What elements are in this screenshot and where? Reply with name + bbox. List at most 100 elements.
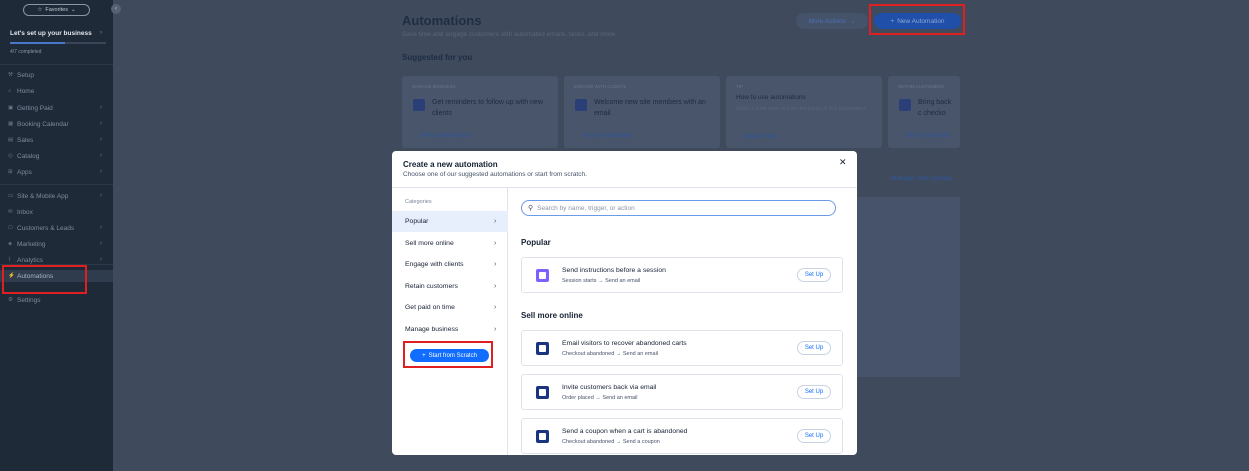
card-link[interactable]: Set Up Automation <box>582 133 632 139</box>
chevron-down-icon: ⌄ <box>70 7 76 13</box>
setup-progress-fill <box>10 42 65 44</box>
automations-table <box>857 197 960 377</box>
sidebar-item-settings[interactable]: ⚙ Settings <box>0 294 113 306</box>
collapse-sidebar-button[interactable]: ‹ <box>111 4 121 14</box>
category-popular[interactable]: Popular › <box>392 211 508 232</box>
manage-quotas-link[interactable]: Manage Your Quotas <box>891 175 952 182</box>
sidebar-item-home[interactable]: ⌂ Home <box>0 85 113 97</box>
search-icon: ⚲ <box>528 205 534 212</box>
gear-icon: ⚙ <box>8 297 13 303</box>
tip-card[interactable]: TIP How to use automations Watch a short… <box>726 76 882 148</box>
sidebar-item-label: Site & Mobile App <box>17 192 69 200</box>
wrench-icon: ⚒ <box>8 72 13 78</box>
page-subtitle: Save time and engage customers with auto… <box>402 31 617 38</box>
apps-icon: ⊞ <box>8 169 13 175</box>
bag-icon <box>536 386 549 399</box>
sidebar-item-label: Settings <box>17 296 41 304</box>
category-manage-business[interactable]: Manage business › <box>392 319 508 340</box>
card-link[interactable]: Set Up Automati <box>906 133 949 139</box>
sidebar-item-label: Booking Calendar <box>17 120 69 128</box>
sidebar-item-inbox[interactable]: ✉ Inbox <box>0 206 113 218</box>
automation-card[interactable]: Email visitors to recover abandoned cart… <box>521 330 843 366</box>
set-up-button[interactable]: Set Up <box>797 385 831 399</box>
sidebar-item-sales[interactable]: ▤ Sales › <box>0 134 113 146</box>
watch-now-label: Watch Now <box>746 134 778 140</box>
tip-title: How to use automations <box>736 94 806 101</box>
card-text: Welcome new site members with an email <box>594 99 706 117</box>
sidebar-item-setup[interactable]: ⚒ Setup <box>0 69 113 81</box>
automation-card[interactable]: Send a coupon when a cart is abandoned Ch… <box>521 418 843 454</box>
category-sell-more-online[interactable]: Sell more online › <box>392 233 508 254</box>
card-kicker: TIP <box>736 84 744 89</box>
chevron-down-icon: ⌄ <box>850 18 856 25</box>
arrow-right-icon: → <box>614 351 623 357</box>
sidebar-item-label: Marketing <box>17 240 46 248</box>
modal-subtitle: Choose one of our suggested automations … <box>403 171 587 178</box>
card-kicker: MANAGE BUSINESS <box>412 84 456 89</box>
card-link[interactable]: Set Up Automation <box>420 133 470 139</box>
search-box[interactable]: ⚲ <box>521 200 836 216</box>
setup-progress-bar <box>10 42 106 44</box>
categories-label: Categories <box>405 199 432 205</box>
calendar-icon <box>536 269 549 282</box>
catalog-icon: ◎ <box>8 153 13 159</box>
action-label: Send an email <box>605 278 641 284</box>
calendar-icon: ▦ <box>8 121 14 127</box>
chevron-right-icon: › <box>494 218 497 225</box>
automations-panel: ⚲ Popular Send instructions before a sess… <box>509 188 857 455</box>
action-label: Send a coupon <box>622 439 660 445</box>
favorites-button[interactable]: ☆ Favorites ⌄ <box>23 4 90 16</box>
modal-title: Create a new automation <box>403 160 498 169</box>
chevron-right-icon: › <box>100 193 102 199</box>
set-up-button[interactable]: Set Up <box>797 268 831 282</box>
category-retain-customers[interactable]: Retain customers › <box>392 276 508 297</box>
bag-icon <box>536 430 549 443</box>
divider <box>0 64 113 65</box>
set-up-button[interactable]: Set Up <box>797 429 831 443</box>
chevron-right-icon: › <box>100 169 102 175</box>
search-input[interactable] <box>537 204 818 212</box>
chevron-right-icon: › <box>494 282 497 290</box>
categories-panel: Categories Popular › Sell more online › Enga… <box>392 188 508 455</box>
sidebar-item-label: Customers & Leads <box>17 224 75 232</box>
sidebar-item-site-mobile-app[interactable]: ▭ Site & Mobile App › <box>0 190 113 202</box>
mail-icon <box>575 99 587 111</box>
cart-icon <box>899 99 911 111</box>
category-engage-with-clients[interactable]: Engage with clients › <box>392 254 508 275</box>
more-actions-label: More Actions <box>808 17 847 25</box>
chevron-right-icon: › <box>100 241 102 247</box>
category-get-paid-on-time[interactable]: Get paid on time › <box>392 297 508 318</box>
set-up-button[interactable]: Set Up <box>797 341 831 355</box>
sidebar-item-apps[interactable]: ⊞ Apps › <box>0 166 113 178</box>
category-label: Popular <box>405 218 429 225</box>
suggested-title: Suggested for you <box>402 53 473 62</box>
suggestion-card[interactable]: MANAGE BUSINESS Get reminders to follow … <box>402 76 558 148</box>
chevron-right-icon: › <box>494 239 497 247</box>
automation-card[interactable]: Send instructions before a session Sessio… <box>521 257 843 293</box>
setup-title[interactable]: Let's set up your business <box>10 30 92 37</box>
tip-subtitle: Watch a short video to learn the basics … <box>736 106 867 112</box>
automation-card[interactable]: Invite customers back via email Order pla… <box>521 374 843 410</box>
sidebar-item-catalog[interactable]: ◎ Catalog › <box>0 150 113 162</box>
suggestion-card[interactable]: ENGAGE WITH CLIENTS Welcome new site mem… <box>564 76 720 148</box>
more-actions-button[interactable]: More Actions ⌄ <box>796 13 868 29</box>
arrow-right-icon: → <box>614 439 623 445</box>
trigger-label: Checkout abandoned <box>562 439 615 445</box>
page-title: Automations <box>402 13 482 28</box>
category-label: Manage business <box>405 325 459 333</box>
trigger-label: Order placed <box>562 395 594 401</box>
sidebar-item-getting-paid[interactable]: ▣ Getting Paid › <box>0 102 113 114</box>
sidebar-item-label: Inbox <box>17 208 33 216</box>
sidebar-item-marketing[interactable]: ◈ Marketing › <box>0 238 113 250</box>
close-icon[interactable]: ✕ <box>839 157 847 168</box>
chevron-right-icon: › <box>494 304 497 311</box>
sidebar-item-label: Home <box>17 87 35 95</box>
section-title: Popular <box>521 238 551 247</box>
suggestion-card[interactable]: RETAIN CUSTOMERS Bring back c checko Set… <box>888 76 960 148</box>
sidebar-item-customers-leads[interactable]: ☖ Customers & Leads › <box>0 222 113 234</box>
chevron-right-icon: › <box>100 153 102 159</box>
chevron-right-icon: › <box>100 137 102 143</box>
section-title: Sell more online <box>521 311 583 320</box>
sidebar-item-booking-calendar[interactable]: ▦ Booking Calendar › <box>0 118 113 130</box>
watch-now-link[interactable]: ▸ Watch Now <box>742 133 777 140</box>
